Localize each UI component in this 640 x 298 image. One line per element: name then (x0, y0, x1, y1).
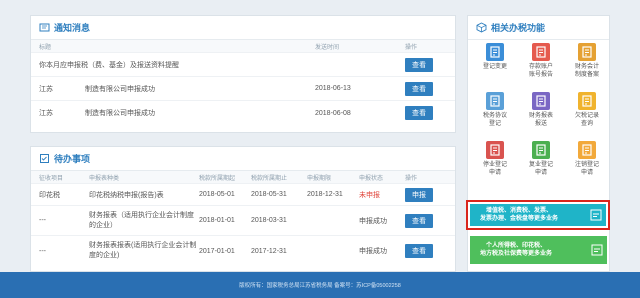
debt-icon (578, 92, 596, 110)
related-item[interactable]: 登记变更 (475, 43, 515, 71)
col-action: 操作 (405, 44, 418, 51)
col-action: 操作 (405, 175, 418, 182)
todo-end: 2017-12-31 (251, 247, 287, 255)
related-item-label: 停业登记 申请 (482, 162, 507, 176)
col-date: 发送时间 (315, 44, 340, 51)
related-header: 相关办税功能 (468, 16, 609, 40)
report-icon (532, 92, 550, 110)
notice-row-title: 你本月应申报税（费、基金）及报送资料提醒 (39, 61, 179, 69)
notice-row: 江苏 制造有限公司申报成功 2018-06-08 查看 (31, 101, 455, 125)
status-badge: 未申报 (359, 191, 380, 199)
notice-header: 通知消息 (31, 16, 455, 40)
view-button[interactable]: 查看 (405, 106, 433, 120)
agreement-icon (486, 92, 504, 110)
notice-row-date: 2018-06-13 (315, 85, 351, 92)
todo-title: 待办事项 (54, 154, 91, 164)
related-item[interactable]: 存款账户 账号报告 (521, 43, 561, 79)
view-button[interactable]: 查看 (405, 81, 433, 96)
notice-table-header: 标题 发送时间 操作 (31, 40, 455, 53)
notice-panel: 通知消息 标题 发送时间 操作 你本月应申报税（费、基金）及报送资料提醒 查看 … (30, 15, 456, 133)
todo-form: 财务报表报表(适用执行企业会计制度的企业) (89, 242, 197, 259)
cancel-icon (578, 141, 596, 159)
income-tax-banner[interactable]: 个人所得税、印花税、 地方税及社保费等更多业务 (470, 236, 607, 264)
checklist-icon (40, 154, 49, 163)
todo-end: 2018-05-31 (251, 191, 287, 198)
todo-header: 待办事项 (31, 147, 455, 171)
col-status: 申报状态 (359, 175, 384, 182)
todo-row: 印花税 印花税纳税申报(报告)表 2018-05-01 2018-05-31 2… (31, 184, 455, 206)
todo-deadline: 2018-12-31 (307, 191, 343, 198)
col-deadline: 申报期限 (307, 175, 332, 182)
todo-start: 2018-01-01 (199, 217, 235, 224)
message-icon (39, 23, 50, 32)
status-badge: 申报成功 (359, 217, 387, 225)
related-item[interactable]: 财务会计 制度备案 (567, 43, 607, 79)
suspend-icon (486, 141, 504, 159)
related-item[interactable]: 复业登记 申请 (521, 141, 561, 177)
todo-start: 2017-01-01 (199, 247, 235, 255)
notice-row-subtitle: 制造有限公司申报成功 (85, 110, 155, 117)
document-icon (591, 244, 603, 256)
related-item-label: 登记变更 (482, 64, 507, 70)
related-title: 相关办税功能 (491, 23, 546, 33)
register-change-icon (486, 43, 504, 61)
footer: 版权所有：国家税务总局江苏省税务局 备案号：苏ICP备05002258 (0, 272, 640, 298)
col-start: 税款所属期起 (199, 175, 236, 182)
bank-account-icon (532, 43, 550, 61)
related-item-label: 税务协议 登记 (482, 113, 507, 127)
status-badge: 申报成功 (359, 248, 387, 255)
cube-icon (476, 22, 487, 33)
notice-row-subtitle: 制造有限公司申报成功 (85, 85, 155, 93)
col-end: 税款所属期止 (251, 175, 288, 182)
todo-end: 2018-03-31 (251, 217, 287, 224)
related-item-label: 财务会计 制度备案 (574, 64, 599, 78)
related-item-label: 存款账户 账号报告 (528, 64, 553, 78)
notice-row-date: 2018-06-08 (315, 109, 351, 117)
view-button[interactable]: 查看 (405, 244, 433, 258)
notice-row: 你本月应申报税（费、基金）及报送资料提醒 查看 (31, 53, 455, 77)
view-button[interactable]: 查看 (405, 213, 433, 228)
col-form: 申报表种类 (89, 175, 120, 182)
related-item-label: 财务报表 报送 (528, 113, 553, 127)
vat-business-banner[interactable]: 增值税、消费税、发票、 发票办理、金税盘等更多业务 (466, 200, 610, 230)
notice-row: 江苏 制造有限公司申报成功 2018-06-13 查看 (31, 77, 455, 101)
related-item[interactable]: 财务报表 报送 (521, 92, 561, 128)
todo-start: 2018-05-01 (199, 191, 235, 198)
todo-table-header: 征收项目 申报表种类 税款所属期起 税款所属期止 申报期限 申报状态 操作 (31, 171, 455, 184)
col-item: 征收项目 (39, 175, 64, 182)
todo-form: 财务报表（适用执行企业会计制度的企业） (89, 211, 194, 229)
todo-item: --- (39, 247, 46, 255)
declare-button[interactable]: 申报 (405, 187, 433, 202)
view-button[interactable]: 查看 (405, 57, 433, 72)
notice-title: 通知消息 (54, 23, 91, 33)
related-item-label: 欠税记录 查询 (574, 113, 599, 127)
document-icon (590, 209, 602, 221)
todo-item: 印花税 (39, 191, 60, 199)
accounting-icon (578, 43, 596, 61)
related-item-label: 复业登记 申请 (528, 162, 553, 176)
todo-row: --- 财务报表报表(适用执行企业会计制度的企业) 2017-01-01 201… (31, 236, 455, 266)
notice-row-title: 江苏 (39, 110, 53, 117)
vat-banner-text: 增值税、消费税、发票、 发票办理、金税盘等更多业务 (480, 208, 559, 222)
footer-copyright: 版权所有：国家税务总局江苏省税务局 备案号：苏ICP备05002258 (239, 283, 401, 289)
related-item[interactable]: 注销登记 申请 (567, 141, 607, 177)
related-item[interactable]: 税务协议 登记 (475, 92, 515, 128)
related-item-label: 注销登记 申请 (574, 162, 599, 176)
resume-icon (532, 141, 550, 159)
income-tax-banner-text: 个人所得税、印花税、 地方税及社保费等更多业务 (480, 243, 553, 257)
related-item[interactable]: 欠税记录 查询 (567, 92, 607, 128)
notice-row-title: 江苏 (39, 85, 53, 93)
related-item[interactable]: 停业登记 申请 (475, 141, 515, 177)
col-title: 标题 (39, 44, 52, 51)
todo-item: --- (39, 217, 46, 224)
todo-row: --- 财务报表（适用执行企业会计制度的企业） 2018-01-01 2018-… (31, 206, 455, 236)
todo-form: 印花税纳税申报(报告)表 (89, 191, 164, 199)
todo-panel: 待办事项 征收项目 申报表种类 税款所属期起 税款所属期止 申报期限 申报状态 … (30, 146, 456, 272)
